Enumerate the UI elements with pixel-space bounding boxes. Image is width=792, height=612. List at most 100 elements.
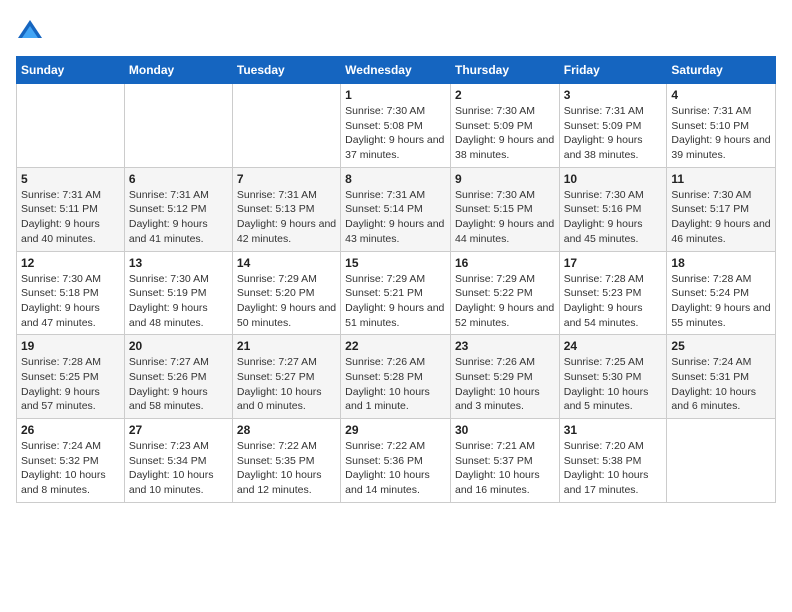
header-thursday: Thursday: [450, 57, 559, 84]
calendar-cell: [124, 84, 232, 168]
calendar-cell: 2 Sunrise: 7:30 AM Sunset: 5:09 PM Daylig…: [450, 84, 559, 168]
day-number: 7: [237, 172, 336, 186]
day-info: Sunrise: 7:30 AM Sunset: 5:16 PM Dayligh…: [564, 188, 663, 247]
day-number: 28: [237, 423, 336, 437]
logo-icon: [16, 16, 44, 44]
calendar-cell: 26 Sunrise: 7:24 AM Sunset: 5:32 PM Dayli…: [17, 419, 125, 503]
day-number: 22: [345, 339, 446, 353]
calendar-cell: 10 Sunrise: 7:30 AM Sunset: 5:16 PM Dayli…: [559, 167, 667, 251]
calendar-cell: 17 Sunrise: 7:28 AM Sunset: 5:23 PM Dayli…: [559, 251, 667, 335]
day-info: Sunrise: 7:31 AM Sunset: 5:14 PM Dayligh…: [345, 188, 446, 247]
calendar-cell: [232, 84, 340, 168]
day-info: Sunrise: 7:28 AM Sunset: 5:25 PM Dayligh…: [21, 355, 120, 414]
day-info: Sunrise: 7:31 AM Sunset: 5:12 PM Dayligh…: [129, 188, 228, 247]
day-number: 17: [564, 256, 663, 270]
calendar-cell: 31 Sunrise: 7:20 AM Sunset: 5:38 PM Dayli…: [559, 419, 667, 503]
header-monday: Monday: [124, 57, 232, 84]
calendar-cell: 21Sunrise: 7:27 AM Sunset: 5:27 PM Dayli…: [232, 335, 340, 419]
calendar-cell: 6 Sunrise: 7:31 AM Sunset: 5:12 PM Daylig…: [124, 167, 232, 251]
calendar-week-row: 26 Sunrise: 7:24 AM Sunset: 5:32 PM Dayli…: [17, 419, 776, 503]
header-saturday: Saturday: [667, 57, 776, 84]
day-info: Sunrise: 7:29 AM Sunset: 5:20 PM Dayligh…: [237, 272, 336, 331]
calendar-cell: 29 Sunrise: 7:22 AM Sunset: 5:36 PM Dayli…: [341, 419, 451, 503]
calendar-cell: 4 Sunrise: 7:31 AM Sunset: 5:10 PM Daylig…: [667, 84, 776, 168]
day-number: 15: [345, 256, 446, 270]
day-number: 8: [345, 172, 446, 186]
calendar-cell: 30 Sunrise: 7:21 AM Sunset: 5:37 PM Dayli…: [450, 419, 559, 503]
day-number: 19: [21, 339, 120, 353]
day-info: Sunrise: 7:22 AM Sunset: 5:36 PM Dayligh…: [345, 439, 446, 498]
calendar-cell: 23 Sunrise: 7:26 AM Sunset: 5:29 PM Dayli…: [450, 335, 559, 419]
day-number: 14: [237, 256, 336, 270]
day-info: Sunrise: 7:26 AM Sunset: 5:29 PM Dayligh…: [455, 355, 555, 414]
day-info: Sunrise: 7:24 AM Sunset: 5:32 PM Dayligh…: [21, 439, 120, 498]
calendar-cell: 9 Sunrise: 7:30 AM Sunset: 5:15 PM Daylig…: [450, 167, 559, 251]
calendar-cell: 25 Sunrise: 7:24 AM Sunset: 5:31 PM Dayli…: [667, 335, 776, 419]
day-number: 31: [564, 423, 663, 437]
day-number: 6: [129, 172, 228, 186]
header-friday: Friday: [559, 57, 667, 84]
day-number: 23: [455, 339, 555, 353]
day-info: Sunrise: 7:31 AM Sunset: 5:10 PM Dayligh…: [671, 104, 771, 163]
day-info: Sunrise: 7:30 AM Sunset: 5:17 PM Dayligh…: [671, 188, 771, 247]
day-number: 9: [455, 172, 555, 186]
day-info: Sunrise: 7:21 AM Sunset: 5:37 PM Dayligh…: [455, 439, 555, 498]
calendar-cell: 20Sunrise: 7:27 AM Sunset: 5:26 PM Dayli…: [124, 335, 232, 419]
calendar-week-row: 1 Sunrise: 7:30 AM Sunset: 5:08 PM Daylig…: [17, 84, 776, 168]
day-info: Sunrise: 7:25 AM Sunset: 5:30 PM Dayligh…: [564, 355, 663, 414]
day-number: 2: [455, 88, 555, 102]
calendar-cell: 11 Sunrise: 7:30 AM Sunset: 5:17 PM Dayli…: [667, 167, 776, 251]
page-header: [16, 16, 776, 44]
day-number: 12: [21, 256, 120, 270]
day-number: 24: [564, 339, 663, 353]
day-number: 4: [671, 88, 771, 102]
header-tuesday: Tuesday: [232, 57, 340, 84]
day-info: Sunrise: 7:30 AM Sunset: 5:08 PM Dayligh…: [345, 104, 446, 163]
calendar-cell: 18 Sunrise: 7:28 AM Sunset: 5:24 PM Dayli…: [667, 251, 776, 335]
logo: [16, 16, 48, 44]
calendar-cell: 24 Sunrise: 7:25 AM Sunset: 5:30 PM Dayli…: [559, 335, 667, 419]
day-info: Sunrise: 7:23 AM Sunset: 5:34 PM Dayligh…: [129, 439, 228, 498]
calendar-cell: 3Sunrise: 7:31 AM Sunset: 5:09 PM Daylig…: [559, 84, 667, 168]
day-number: 5: [21, 172, 120, 186]
calendar-cell: [667, 419, 776, 503]
calendar-cell: 7 Sunrise: 7:31 AM Sunset: 5:13 PM Daylig…: [232, 167, 340, 251]
day-info: Sunrise: 7:27 AM Sunset: 5:26 PM Dayligh…: [129, 355, 228, 414]
day-number: 16: [455, 256, 555, 270]
day-info: Sunrise: 7:30 AM Sunset: 5:09 PM Dayligh…: [455, 104, 555, 163]
day-number: 25: [671, 339, 771, 353]
day-info: Sunrise: 7:24 AM Sunset: 5:31 PM Dayligh…: [671, 355, 771, 414]
day-number: 13: [129, 256, 228, 270]
calendar-cell: 27 Sunrise: 7:23 AM Sunset: 5:34 PM Dayli…: [124, 419, 232, 503]
day-number: 1: [345, 88, 446, 102]
day-number: 11: [671, 172, 771, 186]
day-number: 18: [671, 256, 771, 270]
day-info: Sunrise: 7:30 AM Sunset: 5:15 PM Dayligh…: [455, 188, 555, 247]
calendar-cell: 14 Sunrise: 7:29 AM Sunset: 5:20 PM Dayli…: [232, 251, 340, 335]
calendar-cell: 15 Sunrise: 7:29 AM Sunset: 5:21 PM Dayli…: [341, 251, 451, 335]
day-info: Sunrise: 7:27 AM Sunset: 5:27 PM Dayligh…: [237, 355, 336, 414]
day-info: Sunrise: 7:26 AM Sunset: 5:28 PM Dayligh…: [345, 355, 446, 414]
day-info: Sunrise: 7:30 AM Sunset: 5:18 PM Dayligh…: [21, 272, 120, 331]
day-info: Sunrise: 7:30 AM Sunset: 5:19 PM Dayligh…: [129, 272, 228, 331]
calendar-week-row: 5Sunrise: 7:31 AM Sunset: 5:11 PM Daylig…: [17, 167, 776, 251]
day-info: Sunrise: 7:20 AM Sunset: 5:38 PM Dayligh…: [564, 439, 663, 498]
day-info: Sunrise: 7:28 AM Sunset: 5:23 PM Dayligh…: [564, 272, 663, 331]
day-number: 30: [455, 423, 555, 437]
calendar-cell: [17, 84, 125, 168]
day-info: Sunrise: 7:28 AM Sunset: 5:24 PM Dayligh…: [671, 272, 771, 331]
day-info: Sunrise: 7:22 AM Sunset: 5:35 PM Dayligh…: [237, 439, 336, 498]
day-number: 26: [21, 423, 120, 437]
calendar-header-row: SundayMondayTuesdayWednesdayThursdayFrid…: [17, 57, 776, 84]
day-number: 29: [345, 423, 446, 437]
day-number: 3: [564, 88, 663, 102]
day-number: 10: [564, 172, 663, 186]
calendar-cell: 22 Sunrise: 7:26 AM Sunset: 5:28 PM Dayli…: [341, 335, 451, 419]
day-info: Sunrise: 7:31 AM Sunset: 5:13 PM Dayligh…: [237, 188, 336, 247]
day-number: 27: [129, 423, 228, 437]
header-wednesday: Wednesday: [341, 57, 451, 84]
calendar-cell: 5Sunrise: 7:31 AM Sunset: 5:11 PM Daylig…: [17, 167, 125, 251]
day-info: Sunrise: 7:29 AM Sunset: 5:22 PM Dayligh…: [455, 272, 555, 331]
calendar-cell: 8 Sunrise: 7:31 AM Sunset: 5:14 PM Daylig…: [341, 167, 451, 251]
day-info: Sunrise: 7:29 AM Sunset: 5:21 PM Dayligh…: [345, 272, 446, 331]
